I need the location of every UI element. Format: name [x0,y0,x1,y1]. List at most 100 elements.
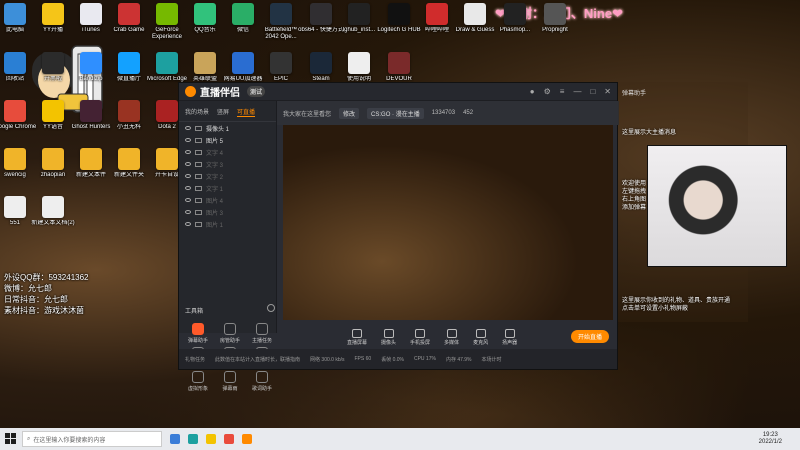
scene-item[interactable]: 图片 3 [179,206,276,218]
source-label: 麦克风 [473,339,489,346]
source-button[interactable]: 摄像头 [381,328,397,346]
explorer-taskbar-icon[interactable] [206,434,216,444]
app-icon [504,3,526,25]
desktop-icon-label: Propnight [542,27,568,33]
taskbar-clock[interactable]: 19:23 2022/1/2 [759,432,782,446]
tool-button[interactable]: 主播任务 [247,323,277,344]
tab-my-scenes[interactable]: 我的场景 [185,107,209,117]
status-item: 丢帧 0.0% [381,356,404,363]
scene-tabs: 我的场景 竖屏 可直播 [179,101,276,122]
live-companion-taskbar-icon[interactable] [242,434,252,444]
source-icon [195,185,202,191]
close-icon[interactable]: ✕ [604,87,611,96]
visibility-icon[interactable] [185,186,191,190]
task-view-icon[interactable] [170,434,180,444]
tab-live[interactable]: 可直播 [237,107,256,117]
app-icon [4,52,26,74]
scene-item[interactable]: 文字 1 [179,182,276,194]
tab-portrait[interactable]: 竖屏 [217,107,229,117]
app-taskbar-icon[interactable] [224,434,234,444]
edge-taskbar-icon[interactable] [188,434,198,444]
edit-room-button[interactable]: 修改 [339,107,360,119]
go-live-button[interactable]: 开始直播 [571,330,609,343]
app-logo: 直播伴侣 测试 [185,84,266,99]
source-label: 摄像头 [381,339,397,346]
stream-preview[interactable] [283,125,613,320]
start-button[interactable] [0,428,22,450]
source-button[interactable]: 麦克风 [473,328,489,346]
app-icon [348,3,370,25]
app-icon [42,3,64,25]
visibility-icon[interactable] [185,150,191,154]
taskbar-search[interactable]: ⌕ 在这里输入你要搜索的内容 [22,431,162,447]
scene-item[interactable]: 图片 4 [179,194,276,206]
clock-time: 19:23 [762,432,778,438]
tool-icon [192,371,204,383]
app-icon [388,52,410,74]
visibility-icon[interactable] [185,162,191,166]
source-button[interactable]: 扬声器 [502,328,517,346]
scene-item[interactable]: 文字 3 [179,158,276,170]
scene-item[interactable]: 图片 5 [179,134,276,146]
scene-item[interactable]: 摄像头 1 [179,122,276,134]
source-button[interactable]: 直播屏幕 [347,328,367,346]
tool-button[interactable]: 虚拟形象 [183,371,213,392]
live-companion-window[interactable]: 直播伴侣 测试 ● ⚙ ≡ — □ ✕ 我的场景 竖屏 可直播 摄像头 1 图片 … [178,82,619,392]
tool-icon [256,323,268,335]
visibility-icon[interactable] [185,126,191,130]
desktop-icon-label: 新建文本文档(2) [31,220,75,226]
scene-label: 图片 4 [206,198,224,205]
app-icon [464,3,486,25]
info-weibo: 微博：允七郎 [4,284,52,293]
app-icon [156,3,178,25]
source-button[interactable]: 多媒体 [444,328,459,346]
room-id: 1334703 [431,110,456,116]
source-toolbar: 直播屏幕 摄像头 手机投屏 多媒体 麦克风 扬声器 [277,325,617,349]
visibility-icon[interactable] [185,174,191,178]
app-icon [80,148,102,170]
maximize-icon[interactable]: □ [590,87,595,96]
info-douyin: 日常抖音：允七郎 [4,295,68,304]
tool-label: 弹幕雨 [222,386,238,392]
source-button[interactable]: 手机投屏 [410,328,430,346]
desktop-icon[interactable]: Propnight [532,3,578,41]
visibility-icon[interactable] [185,210,191,214]
danmaku-welcome: 欢迎使用 左键拖拽 右上角图 添加弹幕 [622,181,647,211]
info-material: 素材抖音：游戏沐沐菌 [4,306,84,315]
tool-icon [224,371,236,383]
game-category[interactable]: CS:GO · 漫在主播 [367,107,424,119]
app-icon [80,100,102,122]
tool-button[interactable]: 弹幕助手 [183,323,213,344]
visibility-icon[interactable] [185,222,191,226]
app-icon [80,52,102,74]
menu-icon[interactable]: ≡ [560,87,565,96]
tool-button[interactable]: 歌词助手 [247,371,277,392]
app-icon [194,3,216,25]
app-icon [42,148,64,170]
app-titlebar[interactable]: 直播伴侣 测试 ● ⚙ ≡ — □ ✕ [179,83,617,101]
user-avatar-icon[interactable]: ● [530,87,535,96]
app-icon [156,148,178,170]
desktop-icon[interactable]: 新建文本文档(2) [30,196,76,234]
scene-item[interactable]: 文字 4 [179,146,276,158]
visibility-icon[interactable] [185,138,191,142]
app-icon [118,3,140,25]
tool-button[interactable]: 房管助手 [215,323,245,344]
window-controls: ● ⚙ ≡ — □ ✕ [530,87,611,96]
source-icon [195,149,202,155]
scene-item[interactable]: 文字 2 [179,170,276,182]
toolbox-settings-icon[interactable] [267,304,275,312]
status-item: 网络 300.0 kb/s [310,356,345,363]
source-icon [475,328,486,338]
settings-icon[interactable]: ⚙ [544,87,551,96]
minimize-icon[interactable]: — [573,87,581,96]
preview-content [283,125,613,320]
tool-button[interactable]: 弹幕雨 [215,371,245,392]
status-item: 内存 47.9% [445,356,472,363]
scene-label: 图片 3 [206,210,224,217]
app-icon [544,3,566,25]
visibility-icon[interactable] [185,198,191,202]
danmaku-title: 弹幕助手 [622,90,647,97]
scene-item[interactable]: 图片 1 [179,218,276,230]
scene-label: 图片 1 [206,222,224,229]
